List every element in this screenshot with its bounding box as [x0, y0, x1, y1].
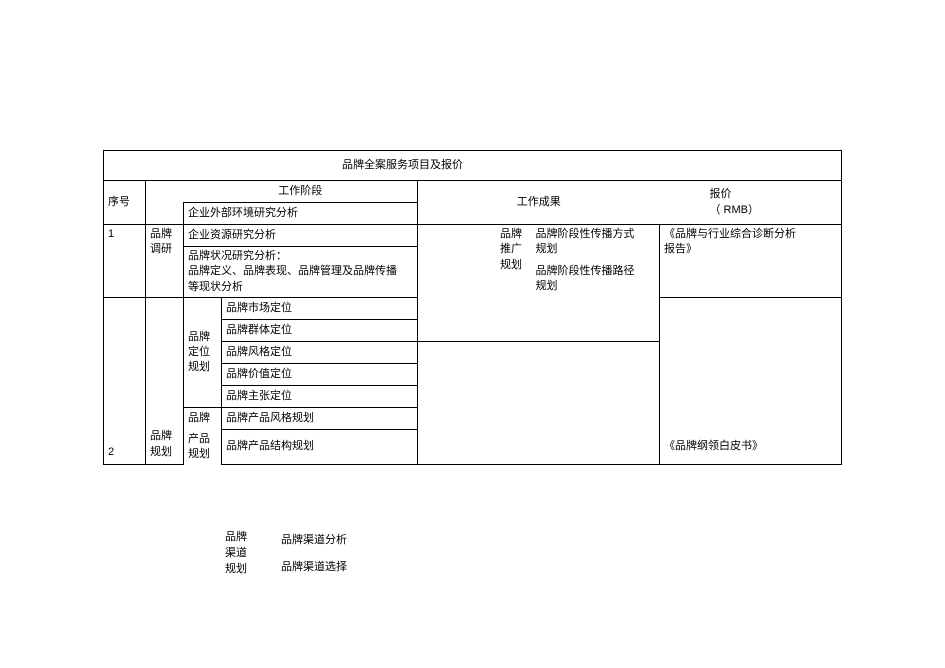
sub-brand: 品牌: [184, 408, 222, 430]
sub-positioning: 品牌 定位 规划: [184, 298, 222, 408]
row-seq1: 1 品牌 调研 企业资源研究分析 品牌 推广 规划 品牌阶段性传播方式 规划 品…: [104, 225, 842, 247]
title-row: 品牌全案服务项目及报价: [104, 151, 842, 181]
pos-group: 品牌群体定位: [222, 320, 418, 342]
table-title: 品牌全案服务项目及报价: [146, 151, 660, 181]
activity-status: 品牌状况研究分析： 品牌定义、品牌表现、品牌管理及品牌传播 等现状分析: [184, 247, 418, 298]
brand-struct-plan: 品牌产品结构规划: [222, 430, 418, 465]
header-row: 序号 工作阶段 工作成果 报价（ RMB）: [104, 181, 842, 203]
activity-resource: 企业资源研究分析: [184, 225, 418, 247]
pos-style: 品牌风格定位: [222, 342, 418, 364]
activity-ext-env: 企业外部环境研究分析: [184, 203, 418, 225]
pos-value: 品牌价值定位: [222, 364, 418, 386]
brand-style-plan: 品牌产品风格规划: [222, 408, 418, 430]
col-seq: 序号: [104, 181, 146, 225]
seq-2: 2: [104, 298, 146, 465]
cat-plan: 品牌 规划: [146, 298, 184, 465]
brand-service-table: 品牌全案服务项目及报价 序号 工作阶段 工作成果 报价（ RMB） 企业外部环境…: [103, 150, 842, 465]
pos-claim: 品牌主张定位: [222, 386, 418, 408]
seq-1: 1: [104, 225, 146, 298]
col-stage: 工作阶段: [184, 181, 418, 203]
channel-select: 品牌渠道选择: [281, 558, 347, 574]
col-result: 工作成果: [418, 181, 660, 225]
result-promo-label: 品牌 推广 规划: [418, 225, 532, 342]
col-price: 报价（ RMB）: [660, 181, 842, 225]
note-method: 品牌阶段性传播方式 规划: [536, 227, 656, 258]
pos-market: 品牌市场定位: [222, 298, 418, 320]
sub-product: 产品 规划: [184, 430, 222, 465]
price-report1: 《品牌与行业综合诊断分析 报告》: [660, 225, 842, 298]
cat-research: 品牌 调研: [146, 225, 184, 298]
channel-analysis: 品牌渠道分析: [281, 531, 347, 547]
note-path: 品牌阶段性传播路径 规划: [536, 264, 656, 295]
price-report2: 《品牌纲领白皮书》: [660, 298, 842, 465]
result-promo-notes: 品牌阶段性传播方式 规划 品牌阶段性传播路径 规划: [532, 225, 660, 342]
sub-channel: 品牌 渠道 规划: [225, 528, 247, 576]
